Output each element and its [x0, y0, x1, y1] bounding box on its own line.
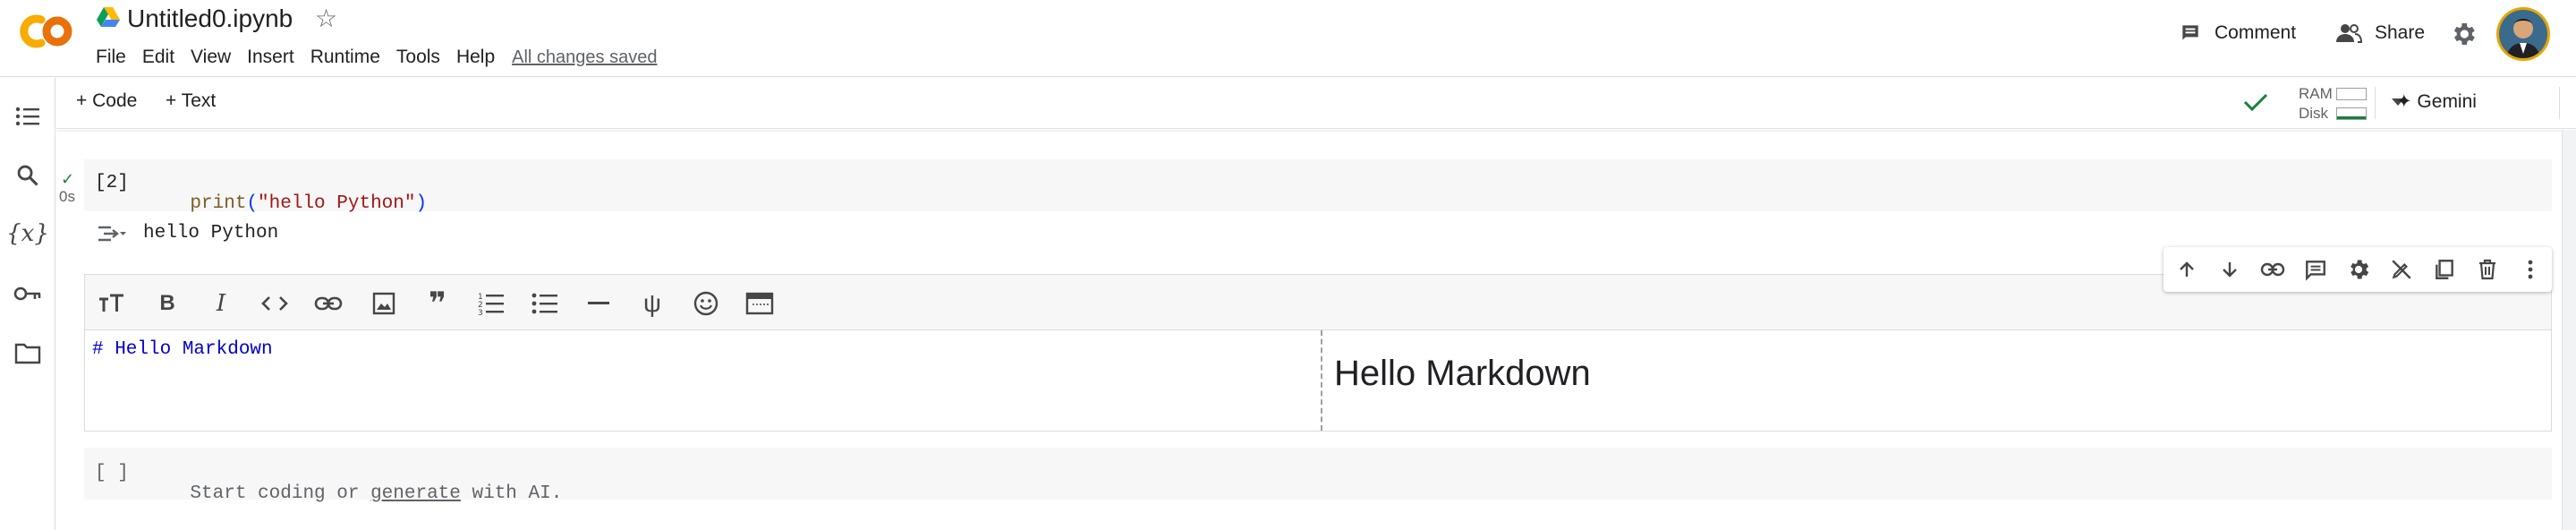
- ram-usage-bar: [2336, 88, 2367, 100]
- colab-logo[interactable]: [16, 13, 75, 50]
- menu-file[interactable]: File: [88, 43, 134, 72]
- gemini-button[interactable]: ✦ Gemini: [2396, 90, 2477, 113]
- people-icon: [2335, 22, 2362, 44]
- emoji-icon[interactable]: [690, 287, 722, 320]
- menu-edit[interactable]: Edit: [134, 43, 183, 72]
- link-icon[interactable]: [2257, 253, 2289, 286]
- output-toggle-icon[interactable]: [97, 222, 127, 245]
- comment-button[interactable]: Comment: [2179, 16, 2296, 50]
- delete-icon[interactable]: [2471, 253, 2504, 286]
- save-status-link[interactable]: All changes saved: [512, 47, 657, 68]
- editor-preview-divider[interactable]: [1321, 330, 1322, 431]
- comment-icon: [2179, 21, 2202, 45]
- markdown-source[interactable]: # Hello Markdown: [92, 339, 273, 360]
- italic-icon[interactable]: I: [205, 287, 237, 320]
- star-icon[interactable]: ☆: [315, 5, 337, 32]
- preview-layout-icon[interactable]: [744, 287, 776, 320]
- left-sidebar: {x}: [0, 78, 55, 530]
- menu-runtime[interactable]: Runtime: [302, 43, 388, 72]
- comment-label: Comment: [2215, 22, 2297, 43]
- connected-check-icon: [2243, 92, 2268, 112]
- image-icon[interactable]: [368, 287, 400, 320]
- move-up-arrow-icon[interactable]: [2171, 253, 2203, 286]
- table-of-contents-icon[interactable]: [11, 99, 45, 133]
- placeholder-text: with AI.: [460, 483, 563, 504]
- google-drive-icon[interactable]: [97, 7, 120, 27]
- resource-monitor[interactable]: RAM Disk: [2240, 83, 2419, 124]
- app-header: Untitled0.ipynb ☆ File Edit View Insert …: [0, 0, 2576, 77]
- rendered-heading: Hello Markdown: [1334, 354, 1591, 393]
- add-text-button[interactable]: + Text: [166, 90, 216, 112]
- menu-view[interactable]: View: [183, 43, 239, 72]
- bulleted-list-icon[interactable]: [529, 287, 561, 320]
- share-label: Share: [2375, 22, 2426, 43]
- gear-icon[interactable]: [2449, 20, 2478, 48]
- execution-count[interactable]: [2]: [95, 173, 129, 193]
- code-func-token: print: [190, 193, 247, 214]
- toolbar-divider: [2375, 87, 2376, 119]
- move-down-arrow-icon[interactable]: [2214, 253, 2246, 286]
- comment-icon[interactable]: [2300, 253, 2332, 286]
- code-string-token: "hello Python": [258, 193, 416, 214]
- latex-psi-icon[interactable]: ψ: [636, 287, 668, 320]
- gear-icon[interactable]: [2342, 253, 2375, 286]
- variables-icon[interactable]: {x}: [6, 217, 49, 251]
- svg-text:3: 3: [478, 309, 483, 316]
- disk-label: Disk: [2299, 105, 2329, 122]
- markdown-cell[interactable]: B I ❞ 123 ψ # Hello Markdown Hello Markd…: [84, 274, 2552, 432]
- ram-label: RAM: [2299, 85, 2333, 102]
- disk-usage-bar: [2336, 107, 2367, 120]
- quote-icon[interactable]: ❞: [421, 286, 454, 321]
- text-size-icon[interactable]: [96, 287, 128, 320]
- mirror-cell-icon[interactable]: [2428, 253, 2461, 286]
- code-paren-token: (: [246, 193, 259, 214]
- numbered-list-icon[interactable]: 123: [475, 287, 507, 320]
- notebook-toolbar: + Code + Text RAM Disk ✦ Gemini: [56, 78, 2576, 129]
- cell-action-toolbar: [2164, 247, 2552, 292]
- toolbar-divider: [2559, 87, 2560, 119]
- folder-icon[interactable]: [11, 336, 45, 370]
- horizontal-rule-icon[interactable]: [582, 287, 615, 320]
- code-cell-2[interactable]: [ ] Start coding or generate with AI.: [84, 448, 2552, 504]
- notebook-top-shadow: [56, 130, 2576, 132]
- execution-time: 0s: [59, 188, 75, 205]
- share-button[interactable]: Share: [2335, 16, 2425, 50]
- more-vert-icon[interactable]: [2514, 253, 2546, 286]
- menu-insert[interactable]: Insert: [239, 43, 302, 72]
- markdown-editor[interactable]: # Hello Markdown: [85, 330, 1322, 431]
- add-code-button[interactable]: + Code: [76, 90, 137, 112]
- menu-bar: File Edit View Insert Runtime Tools Help…: [88, 43, 657, 72]
- code-paren-token: ): [415, 193, 428, 214]
- link-icon[interactable]: [312, 287, 344, 320]
- key-icon[interactable]: [11, 277, 45, 311]
- code-icon[interactable]: [259, 287, 291, 320]
- avatar[interactable]: [2496, 7, 2550, 61]
- search-icon[interactable]: [11, 158, 45, 192]
- code-cell-1[interactable]: [2] print("hello Python"): [84, 159, 2552, 214]
- generate-link[interactable]: generate: [370, 483, 461, 504]
- bold-icon[interactable]: B: [151, 287, 183, 320]
- cell-output: hello Python: [143, 223, 279, 244]
- menu-help[interactable]: Help: [448, 43, 503, 72]
- markdown-preview: Hello Markdown: [1323, 330, 2551, 431]
- menu-tools[interactable]: Tools: [388, 43, 448, 72]
- notebook-title[interactable]: Untitled0.ipynb: [127, 3, 293, 35]
- execution-success-check-icon: ✓: [61, 170, 75, 188]
- code-editor-placeholder[interactable]: Start coding or generate with AI.: [145, 463, 562, 525]
- execution-count[interactable]: [ ]: [95, 463, 129, 483]
- edit-off-icon[interactable]: [2385, 253, 2418, 286]
- placeholder-text: Start coding or: [190, 483, 371, 504]
- vertical-scrollbar[interactable]: [2562, 130, 2576, 530]
